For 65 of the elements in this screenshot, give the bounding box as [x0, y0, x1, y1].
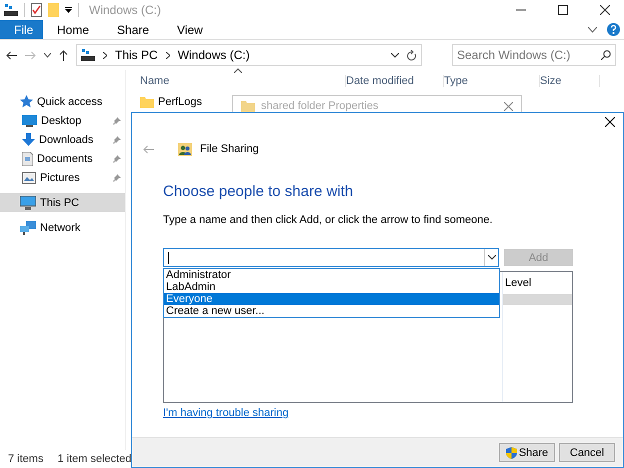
sidebar-item[interactable]: Documents [0, 149, 125, 168]
chevron-right-icon [103, 52, 107, 58]
sort-up-icon [234, 68, 242, 73]
sidebar-item[interactable]: Quick access [0, 92, 125, 111]
share-button[interactable]: Share [499, 443, 555, 462]
desktop-icon [22, 114, 37, 126]
sidebar-item[interactable]: Pictures [0, 168, 125, 187]
column-header[interactable]: Name [140, 75, 346, 87]
ribbon-tab[interactable]: Share [103, 20, 164, 39]
back-arrow-icon[interactable] [6, 50, 17, 60]
chevron-down-icon[interactable] [488, 255, 496, 260]
breadcrumb[interactable]: This PC [115, 48, 158, 62]
up-arrow-icon[interactable] [59, 50, 68, 60]
image-icon [22, 172, 36, 184]
drive-icon [4, 4, 18, 16]
close-icon[interactable] [600, 5, 610, 15]
instruction-text: Type a name and then click Add, or click the arrow to find someone. [163, 214, 494, 226]
pin-icon [113, 174, 121, 182]
shield-icon [506, 446, 517, 458]
file-name[interactable]: PerfLogs [158, 96, 202, 108]
network-icon [20, 220, 36, 234]
address-bar[interactable]: This PC Windows (C:) [76, 44, 422, 66]
search-icon [601, 50, 611, 60]
column-header[interactable]: Date modified [346, 75, 444, 87]
chevron-right-icon [166, 52, 170, 58]
chevron-down-icon[interactable] [391, 52, 399, 58]
pin-icon [113, 116, 121, 124]
sidebar-item[interactable]: Downloads [0, 130, 125, 149]
close-icon[interactable] [605, 117, 615, 127]
cancel-button[interactable]: Cancel [559, 443, 615, 462]
ribbon-tab[interactable]: View [163, 20, 217, 39]
computer-icon [20, 196, 36, 210]
properties-icon[interactable] [31, 3, 42, 17]
properties-title: shared folder Properties [261, 100, 378, 112]
column-header[interactable]: Type [444, 75, 540, 87]
help-icon[interactable] [607, 23, 620, 36]
dropdown-option[interactable]: Everyone [164, 293, 499, 305]
search-field[interactable]: Search Windows (C:) [452, 44, 616, 66]
drive-icon [81, 49, 95, 61]
maximize-icon[interactable] [558, 5, 568, 15]
window-title: Windows (C:) [89, 3, 162, 17]
pin-icon [113, 136, 121, 144]
refresh-icon[interactable] [407, 50, 417, 60]
download-icon [22, 133, 35, 146]
column-header: Level [504, 276, 532, 291]
sidebar-item[interactable]: This PC [0, 193, 125, 212]
people-icon [178, 142, 192, 156]
trouble-sharing-link[interactable]: I'm having trouble sharing [163, 407, 289, 419]
item-count: 7 items [8, 453, 44, 465]
column-header[interactable]: Size [540, 75, 600, 87]
dropdown-icon[interactable] [65, 7, 72, 13]
sidebar-item[interactable]: Desktop [0, 111, 125, 130]
breadcrumb[interactable]: Windows (C:) [178, 48, 250, 62]
selection-count: 1 item selected [57, 453, 132, 465]
folder-icon [140, 96, 154, 108]
dialog-title: File Sharing [200, 143, 259, 155]
star-icon [20, 95, 33, 108]
ribbon-tab[interactable]: File [0, 20, 43, 39]
dialog-heading: Choose people to share with [163, 183, 354, 200]
ribbon-tab[interactable]: Home [43, 20, 104, 39]
chevron-down-icon[interactable] [44, 52, 51, 58]
chevron-down-icon[interactable] [588, 26, 597, 32]
pin-icon [113, 154, 121, 162]
sidebar-item[interactable]: Network [0, 218, 125, 237]
document-icon [22, 152, 33, 166]
